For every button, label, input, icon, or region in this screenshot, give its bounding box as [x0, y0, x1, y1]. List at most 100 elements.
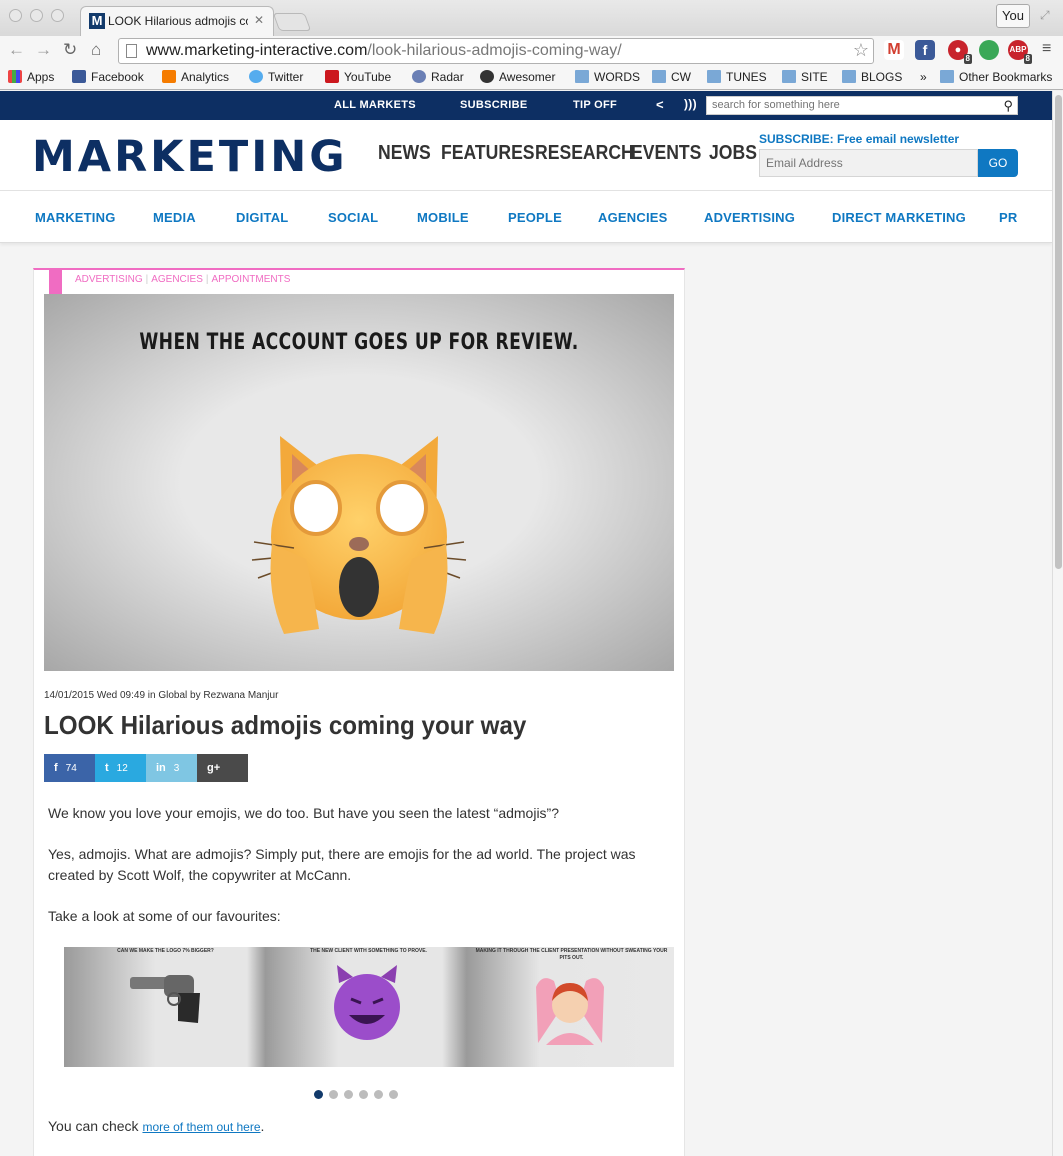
facebook-icon: f: [54, 762, 58, 774]
linkedin-share-button[interactable]: in 3: [146, 754, 197, 782]
bookmarks-overflow[interactable]: »: [920, 70, 927, 84]
subscribe-link[interactable]: SUBSCRIBE: [460, 99, 528, 111]
bookmark-star-icon[interactable]: ☆: [853, 40, 869, 61]
more-admojis-link[interactable]: more of them out here: [142, 1120, 260, 1134]
gallery-slide: THE NEW CLIENT WITH SOMETHING TO PROVE.: [267, 947, 470, 1067]
scrollbar-thumb[interactable]: [1055, 95, 1062, 569]
notification-ext-icon[interactable]: ● 8: [948, 40, 972, 64]
newsletter-go-button[interactable]: GO: [978, 149, 1018, 177]
adblock-plus-icon[interactable]: ABP 8: [1008, 40, 1032, 64]
close-tab-icon[interactable]: ✕: [254, 13, 264, 27]
twitter-icon: t: [105, 762, 109, 774]
category-advertising[interactable]: ADVERTISING: [704, 210, 795, 225]
screaming-cat-emoji-icon: [251, 436, 467, 634]
bookmark-folder-words[interactable]: WORDS: [575, 70, 640, 84]
category-media[interactable]: MEDIA: [153, 210, 196, 225]
bookmark-facebook[interactable]: Facebook: [72, 70, 144, 84]
site-header: MARKETING NEWS FEATURES RESEARCH EVENTS …: [0, 120, 1052, 191]
evernote-ext-icon[interactable]: [979, 40, 999, 60]
bookmark-folder-other[interactable]: Other Bookmarks: [940, 70, 1052, 84]
home-icon[interactable]: ⌂: [91, 40, 101, 60]
close-window-button[interactable]: [9, 9, 22, 22]
gallery-dot[interactable]: [389, 1090, 398, 1099]
gallery-dot[interactable]: [314, 1090, 323, 1099]
site-topbar: ALL MARKETS SUBSCRIBE TIP OFF < ))) ⚲: [0, 91, 1052, 120]
forward-arrow-icon[interactable]: →: [35, 40, 52, 60]
new-tab-button[interactable]: [272, 13, 312, 31]
site-search-input[interactable]: [712, 99, 992, 111]
tab-favicon-icon: M: [89, 13, 105, 29]
bookmark-folder-blogs[interactable]: BLOGS: [842, 70, 902, 84]
browser-toolbar: ← → ↻ ⌂ www.marketing-interactive.com/lo…: [0, 36, 1063, 66]
radar-icon: [412, 70, 426, 83]
category-direct-marketing[interactable]: DIRECT MARKETING: [832, 210, 966, 225]
article-paragraph: Take a look at some of our favourites:: [48, 908, 281, 924]
gallery-dot[interactable]: [344, 1090, 353, 1099]
gallery-dot[interactable]: [329, 1090, 338, 1099]
bookmark-radar[interactable]: Radar: [412, 70, 464, 84]
tag-agencies[interactable]: AGENCIES: [151, 274, 203, 285]
minimize-window-button[interactable]: [30, 9, 43, 22]
nav-research[interactable]: RESEARCH: [535, 142, 634, 165]
browser-tab-strip: M LOOK Hilarious admojis co ✕ You ⤢: [0, 0, 1063, 36]
bookmark-youtube[interactable]: YouTube: [325, 70, 391, 84]
folder-icon: [782, 70, 796, 83]
page-scrollbar[interactable]: [1052, 91, 1063, 1156]
email-field[interactable]: [759, 149, 978, 177]
googleplus-share-button[interactable]: g+: [197, 754, 248, 782]
awesomer-icon: [480, 70, 494, 83]
youtube-icon: [325, 70, 339, 83]
fullscreen-icon[interactable]: ⤢: [1040, 8, 1050, 23]
tip-off-link[interactable]: TIP OFF: [573, 99, 617, 111]
bookmark-folder-site[interactable]: SITE: [782, 70, 828, 84]
category-nav: MARKETING MEDIA DIGITAL SOCIAL MOBILE PE…: [0, 191, 1052, 243]
page-viewport: ALL MARKETS SUBSCRIBE TIP OFF < ))) ⚲ MA…: [0, 91, 1052, 1156]
bookmark-twitter[interactable]: Twitter: [249, 70, 303, 84]
all-markets-link[interactable]: ALL MARKETS: [334, 99, 416, 111]
category-marketing[interactable]: MARKETING: [35, 210, 116, 225]
facebook-ext-icon[interactable]: f: [915, 40, 935, 60]
bookmark-analytics[interactable]: Analytics: [162, 70, 229, 84]
nav-news[interactable]: NEWS: [378, 142, 431, 165]
category-mobile[interactable]: MOBILE: [417, 210, 469, 225]
gmail-icon[interactable]: M: [884, 40, 904, 60]
tag-advertising[interactable]: ADVERTISING: [75, 274, 143, 285]
gallery-pagination: [314, 1086, 404, 1104]
gallery-dot[interactable]: [359, 1090, 368, 1099]
nav-features[interactable]: FEATURES: [441, 142, 535, 165]
category-digital[interactable]: DIGITAL: [236, 210, 288, 225]
category-social[interactable]: SOCIAL: [328, 210, 378, 225]
category-pr[interactable]: PR: [999, 210, 1017, 225]
folder-icon: [652, 70, 666, 83]
reload-icon[interactable]: ↻: [63, 40, 77, 60]
folder-icon: [940, 70, 954, 83]
back-arrow-icon[interactable]: ←: [8, 40, 25, 60]
bookmarks-bar: Apps Facebook Analytics Twitter YouTube …: [0, 66, 1063, 90]
bookmark-awesomer[interactable]: Awesomer: [480, 70, 555, 84]
address-bar[interactable]: www.marketing-interactive.com/look-hilar…: [118, 38, 874, 64]
search-icon[interactable]: ⚲: [1003, 98, 1013, 114]
bookmark-folder-cw[interactable]: CW: [652, 70, 691, 84]
category-people[interactable]: PEOPLE: [508, 210, 562, 225]
facebook-share-button[interactable]: f 74: [44, 754, 95, 782]
rss-icon[interactable]: ))): [684, 97, 697, 111]
zoom-window-button[interactable]: [51, 9, 64, 22]
twitter-share-button[interactable]: t 12: [95, 754, 146, 782]
share-icon[interactable]: <: [656, 97, 664, 112]
nav-events[interactable]: EVENTS: [631, 142, 701, 165]
bookmark-folder-tunes[interactable]: TUNES: [707, 70, 767, 84]
admoji-gallery[interactable]: CAN WE MAKE THE LOGO 7% BIGGER? THE NEW …: [64, 947, 674, 1067]
article-title: LOOK Hilarious admojis coming your way: [44, 710, 527, 740]
nav-jobs[interactable]: JOBS: [709, 142, 757, 165]
profile-button[interactable]: You: [996, 4, 1030, 28]
tag-appointments[interactable]: APPOINTMENTS: [212, 274, 291, 285]
gallery-dot[interactable]: [374, 1090, 383, 1099]
bookmark-apps[interactable]: Apps: [8, 70, 54, 84]
site-logo[interactable]: MARKETING: [32, 132, 348, 182]
url-text[interactable]: www.marketing-interactive.com/look-hilar…: [146, 42, 622, 60]
browser-tab[interactable]: M LOOK Hilarious admojis co ✕: [80, 6, 274, 36]
tab-title: LOOK Hilarious admojis co: [108, 14, 248, 28]
category-agencies[interactable]: AGENCIES: [598, 210, 668, 225]
facebook-icon: [72, 70, 86, 83]
browser-menu-icon[interactable]: ≡: [1042, 40, 1051, 58]
